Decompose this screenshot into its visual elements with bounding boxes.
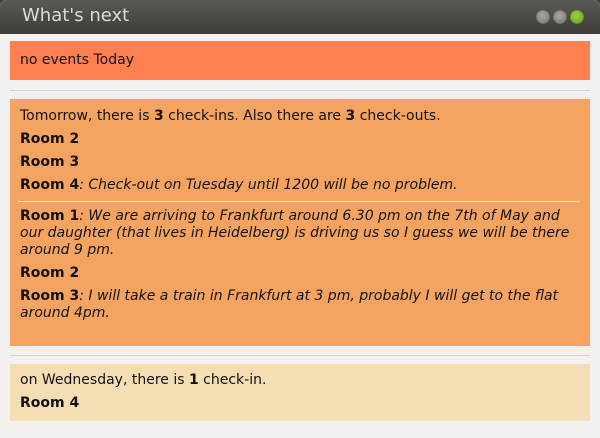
list-item: Room 1: We are arriving to Frankfurt aro… xyxy=(20,208,580,259)
today-card: no events Today xyxy=(10,41,590,80)
list-item: Room 2 xyxy=(20,131,580,148)
divider xyxy=(10,90,590,91)
room-note: : We are arriving to Frankfurt around 6.… xyxy=(20,208,570,258)
wednesday-card: on Wednesday, there is 1 check-in. Room … xyxy=(10,364,590,421)
tomorrow-summary: Tomorrow, there is 3 check-ins. Also the… xyxy=(20,108,441,124)
room-label: Room 3 xyxy=(20,154,80,170)
room-note: : Check-out on Tuesday until 1200 will b… xyxy=(79,177,458,193)
room-label: Room 2 xyxy=(20,265,80,281)
today-text: no events Today xyxy=(20,52,134,68)
checkout-count: 3 xyxy=(345,108,356,124)
minimize-window-button[interactable] xyxy=(553,10,567,24)
tomorrow-card: Tomorrow, there is 3 check-ins. Also the… xyxy=(10,99,590,346)
room-label: Room 2 xyxy=(20,131,80,147)
list-item: Room 4 xyxy=(20,395,580,412)
checkin-count: 1 xyxy=(188,372,199,388)
list-item: Room 2 xyxy=(20,265,580,282)
room-label: Room 4 xyxy=(20,395,80,411)
divider xyxy=(10,355,590,356)
room-note: : I will take a train in Frankfurt at 3 … xyxy=(79,288,559,304)
title-bar[interactable]: What's next xyxy=(0,0,600,34)
divider xyxy=(18,201,580,202)
list-item: Room 3: I will take a train in Frankfurt… xyxy=(20,288,580,322)
wednesday-summary: on Wednesday, there is 1 check-in. xyxy=(20,372,267,388)
events-panel: no events Today Tomorrow, there is 3 che… xyxy=(0,34,600,438)
app-window: What's next no events Today Tomorrow, th… xyxy=(0,0,600,438)
checkin-count: 3 xyxy=(153,108,164,124)
list-item: Room 4: Check-out on Tuesday until 1200 … xyxy=(20,177,580,194)
room-label: Room 4 xyxy=(20,177,80,193)
room-label: Room 3 xyxy=(20,288,80,304)
maximize-window-button[interactable] xyxy=(570,10,584,24)
list-item: Room 3 xyxy=(20,154,580,171)
close-window-button[interactable] xyxy=(536,10,550,24)
window-title: What's next xyxy=(22,5,130,26)
room-label: Room 1 xyxy=(20,208,80,224)
room-note: around 4pm. xyxy=(20,305,110,321)
